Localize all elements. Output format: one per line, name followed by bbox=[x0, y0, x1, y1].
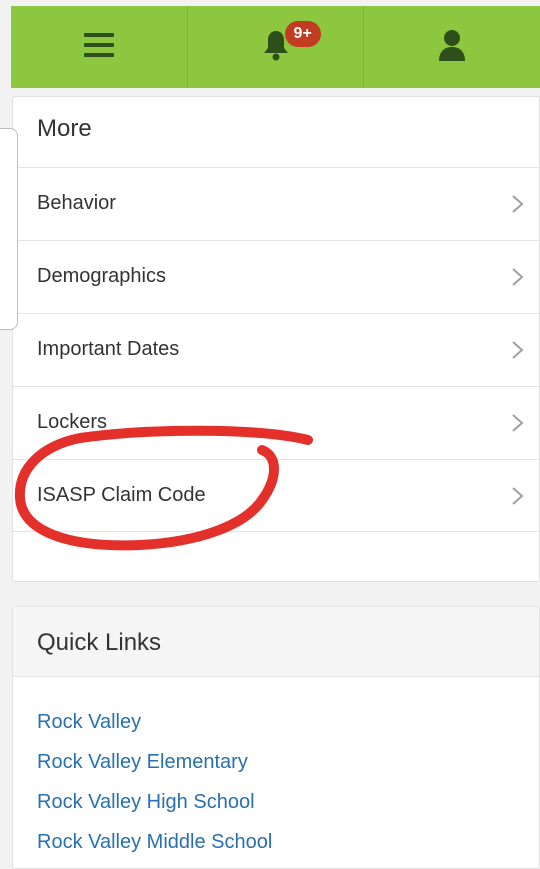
quick-link-rock-valley[interactable]: Rock Valley bbox=[37, 711, 141, 734]
more-title: More bbox=[37, 115, 92, 142]
chevron-right-icon bbox=[510, 192, 526, 216]
more-item-lockers[interactable]: Lockers bbox=[13, 386, 540, 459]
quick-links-panel: Quick Links Rock Valley Rock Valley Elem… bbox=[12, 606, 540, 869]
quick-link-rock-valley-middle-school[interactable]: Rock Valley Middle School bbox=[37, 831, 272, 854]
quick-links-title: Quick Links bbox=[37, 629, 162, 656]
top-nav-bar: 9+ bbox=[11, 6, 540, 88]
more-item-isasp-claim-code[interactable]: ISASP Claim Code bbox=[13, 459, 540, 532]
user-icon bbox=[438, 29, 466, 66]
more-panel: More Behavior Demographics Important Dat… bbox=[12, 96, 540, 582]
quick-link-rock-valley-elementary[interactable]: Rock Valley Elementary bbox=[37, 751, 248, 774]
side-drawer-handle[interactable] bbox=[0, 128, 18, 330]
menu-button[interactable] bbox=[11, 6, 187, 88]
chevron-right-icon bbox=[510, 484, 526, 508]
more-item-label: Demographics bbox=[37, 265, 166, 287]
more-item-label: Behavior bbox=[37, 192, 116, 214]
more-item-label: Lockers bbox=[37, 411, 108, 433]
more-item-demographics[interactable]: Demographics bbox=[13, 240, 540, 313]
more-item-label: ISASP Claim Code bbox=[37, 484, 206, 506]
chevron-right-icon bbox=[510, 338, 526, 362]
more-item-important-dates[interactable]: Important Dates bbox=[13, 313, 540, 386]
menu-icon bbox=[83, 32, 114, 63]
quick-links-header: Quick Links bbox=[13, 607, 539, 677]
chevron-right-icon bbox=[510, 411, 526, 435]
notifications-button[interactable]: 9+ bbox=[186, 6, 364, 88]
notification-badge: 9+ bbox=[284, 21, 321, 47]
more-item-behavior[interactable]: Behavior bbox=[13, 167, 540, 240]
more-item-label: Important Dates bbox=[37, 338, 180, 360]
account-button[interactable] bbox=[363, 6, 540, 88]
quick-link-rock-valley-high-school[interactable]: Rock Valley High School bbox=[37, 791, 255, 814]
chevron-right-icon bbox=[510, 265, 526, 289]
